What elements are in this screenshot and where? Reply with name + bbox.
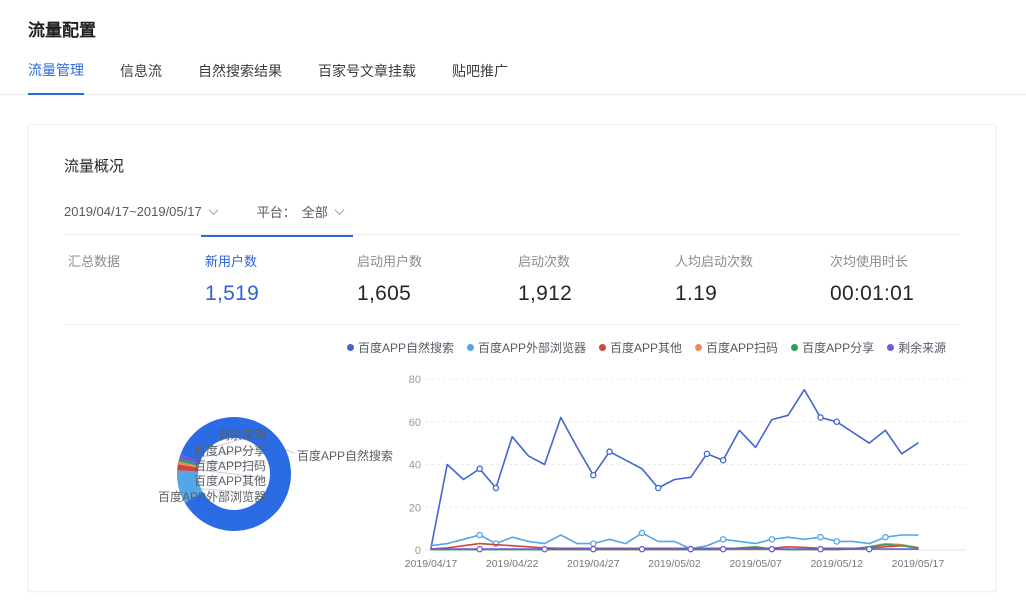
legend-item-remaining-sources[interactable]: 剩余来源 <box>887 339 946 356</box>
stat-avg-session-duration[interactable]: 次均使用时长 00:01:01 <box>826 235 976 324</box>
tab-tieba-promotion[interactable]: 贴吧推广 <box>452 61 508 94</box>
stat-launch-count[interactable]: 启动次数 1,912 <box>514 235 671 324</box>
stat-value: 1,912 <box>518 282 671 306</box>
donut-label-baidu-app-external-browser: 百度APP外部浏览器 <box>91 488 266 505</box>
top-nav-tabs: 流量管理 信息流 自然搜索结果 百家号文章挂载 贴吧推广 <box>0 60 1026 95</box>
chart-legend: 百度APP自然搜索 百度APP外部浏览器 百度APP其他 百度APP扫码 百度A… <box>347 339 946 356</box>
svg-text:80: 80 <box>409 374 421 386</box>
legend-item-baidu-app-external-browser[interactable]: 百度APP外部浏览器 <box>467 339 586 356</box>
chevron-down-icon <box>334 205 344 215</box>
tab-traffic-management[interactable]: 流量管理 <box>28 60 84 95</box>
donut-label-baidu-app-organic-search: 百度APP自然搜索 <box>297 447 393 464</box>
divider <box>64 324 960 325</box>
legend-item-baidu-app-share[interactable]: 百度APP分享 <box>791 339 874 356</box>
donut-label-baidu-app-other: 百度APP其他 <box>91 472 266 489</box>
svg-text:2019/04/27: 2019/04/27 <box>567 558 620 570</box>
tab-baijiahao-article-mount[interactable]: 百家号文章挂载 <box>318 61 416 94</box>
platform-label: 平台： <box>257 202 296 221</box>
legend-item-baidu-app-scan[interactable]: 百度APP扫码 <box>695 339 778 356</box>
donut-label-remaining-sources: 剩余来源 <box>91 426 266 443</box>
summary-stats-row: 汇总数据 新用户数 1,519 启动用户数 1,605 启动次数 1,912 人… <box>29 235 995 324</box>
legend-dot-icon <box>347 344 354 351</box>
svg-text:2019/05/17: 2019/05/17 <box>892 558 945 570</box>
stat-summary-data: 汇总数据 <box>64 235 201 324</box>
stat-value: 00:01:01 <box>830 282 976 306</box>
svg-text:60: 60 <box>409 417 421 429</box>
date-range-selector[interactable]: 2019/04/17~2019/05/17 <box>64 204 217 219</box>
svg-text:2019/04/22: 2019/04/22 <box>486 558 539 570</box>
legend-dot-icon <box>599 344 606 351</box>
filter-bar: 2019/04/17~2019/05/17 平台： 全部 <box>64 202 343 221</box>
tab-feed[interactable]: 信息流 <box>120 61 162 94</box>
legend-label: 百度APP扫码 <box>706 339 778 356</box>
stat-label: 汇总数据 <box>68 251 201 270</box>
svg-text:0: 0 <box>415 545 421 557</box>
legend-dot-icon <box>887 344 894 351</box>
platform-value: 全部 <box>302 202 328 221</box>
legend-label: 百度APP自然搜索 <box>358 339 454 356</box>
legend-label: 百度APP外部浏览器 <box>478 339 586 356</box>
legend-dot-icon <box>791 344 798 351</box>
svg-text:2019/05/07: 2019/05/07 <box>729 558 782 570</box>
stat-value: 1.19 <box>675 282 826 306</box>
stat-label: 新用户数 <box>205 251 353 270</box>
svg-text:2019/05/12: 2019/05/12 <box>810 558 863 570</box>
legend-dot-icon <box>467 344 474 351</box>
line-chart: 0 20 40 60 80 2019/04/17 2019/04/22 2019/04/27 2… <box>391 370 991 575</box>
legend-label: 百度APP分享 <box>802 339 874 356</box>
svg-text:2019/04/17: 2019/04/17 <box>405 558 458 570</box>
stat-avg-launches-per-user[interactable]: 人均启动次数 1.19 <box>671 235 826 324</box>
legend-label: 剩余来源 <box>898 339 946 356</box>
legend-label: 百度APP其他 <box>610 339 682 356</box>
date-range-value: 2019/04/17~2019/05/17 <box>64 204 202 219</box>
traffic-overview-card: 流量概况 2019/04/17~2019/05/17 平台： 全部 汇总数据 新… <box>28 124 996 592</box>
chevron-down-icon <box>208 205 218 215</box>
stat-label: 启动次数 <box>518 251 671 270</box>
stat-new-users[interactable]: 新用户数 1,519 <box>201 235 353 324</box>
stat-label: 次均使用时长 <box>830 251 976 270</box>
tab-organic-search-results[interactable]: 自然搜索结果 <box>198 61 282 94</box>
svg-text:40: 40 <box>409 460 421 472</box>
stat-label: 启动用户数 <box>357 251 514 270</box>
svg-text:20: 20 <box>409 502 421 514</box>
platform-selector[interactable]: 平台： 全部 <box>257 202 343 221</box>
stat-launch-users[interactable]: 启动用户数 1,605 <box>353 235 514 324</box>
page-title: 流量配置 <box>28 16 1026 41</box>
panel-title: 流量概况 <box>64 155 124 176</box>
svg-text:2019/05/02: 2019/05/02 <box>648 558 701 570</box>
legend-item-baidu-app-other[interactable]: 百度APP其他 <box>599 339 682 356</box>
legend-dot-icon <box>695 344 702 351</box>
stat-value: 1,605 <box>357 282 514 306</box>
stat-value: 1,519 <box>205 282 353 306</box>
stat-label: 人均启动次数 <box>675 251 826 270</box>
legend-item-baidu-app-organic-search[interactable]: 百度APP自然搜索 <box>347 339 454 356</box>
